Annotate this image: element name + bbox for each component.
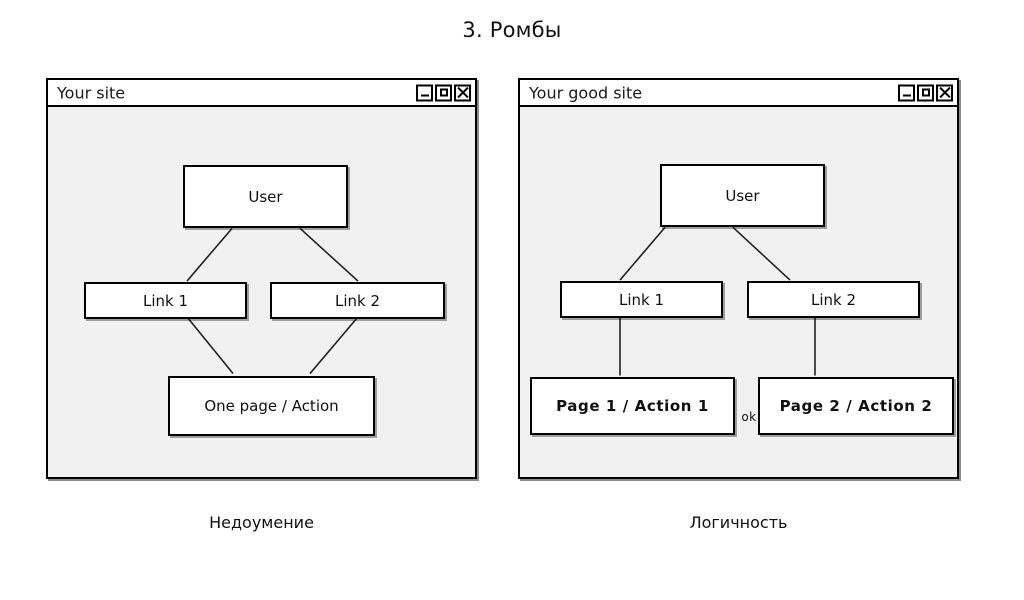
connector-user-to-link2: [299, 227, 359, 282]
close-button[interactable]: [936, 84, 953, 101]
node-link-2-label: Link 2: [810, 290, 857, 309]
maximize-button[interactable]: [917, 84, 934, 101]
connector-user-to-link1: [186, 227, 233, 282]
node-one-page-action-label: One page / Action: [204, 397, 339, 415]
minimize-button[interactable]: [898, 84, 915, 101]
node-link-1-label: Link 1: [142, 291, 189, 310]
node-page-2-action-2[interactable]: Page 2 / Action 2: [758, 377, 954, 435]
node-user[interactable]: User: [660, 164, 825, 227]
close-icon: [456, 86, 469, 99]
node-link-1-label: Link 1: [618, 290, 665, 309]
maximize-icon: [437, 86, 450, 99]
minimize-icon: [418, 86, 431, 99]
connector-user-to-link2: [732, 226, 791, 281]
window-body-your-good-site: User Link 1 Link 2 Page 1 / Action 1 Pag…: [520, 107, 957, 477]
maximize-icon: [919, 86, 932, 99]
node-user-label: User: [725, 186, 760, 205]
close-icon: [938, 86, 951, 99]
node-link-1[interactable]: Link 1: [84, 282, 247, 319]
window-controls-your-good-site: [898, 84, 953, 101]
minimize-icon: [900, 86, 913, 99]
connector-link1-to-target: [186, 316, 234, 375]
node-link-1[interactable]: Link 1: [560, 281, 723, 318]
caption-right: Логичность: [689, 513, 788, 532]
slide-canvas: 3. Ромбы Your site User Link 1 Link 2 On…: [0, 0, 1024, 600]
caption-left: Недоумение: [209, 513, 314, 532]
node-link-2-label: Link 2: [334, 291, 381, 310]
close-button[interactable]: [454, 84, 471, 101]
connector-link2-to-target: [309, 316, 359, 375]
window-title-your-good-site: Your good site: [529, 83, 643, 102]
window-body-your-site: User Link 1 Link 2 One page / Action WTF…: [48, 107, 475, 477]
node-user[interactable]: User: [183, 165, 348, 228]
node-link-2[interactable]: Link 2: [270, 282, 445, 319]
node-page-1-action-1-label: Page 1 / Action 1: [556, 397, 709, 415]
window-controls-your-site: [416, 84, 471, 101]
connector-user-to-link1: [619, 226, 666, 281]
window-your-site[interactable]: Your site User Link 1 Link 2 One page / …: [46, 78, 477, 479]
titlebar-your-good-site[interactable]: Your good site: [520, 80, 957, 107]
maximize-button[interactable]: [435, 84, 452, 101]
node-page-2-action-2-label: Page 2 / Action 2: [779, 397, 933, 415]
minimize-button[interactable]: [416, 84, 433, 101]
window-your-good-site[interactable]: Your good site User Link 1 Link 2 Page 1…: [518, 78, 959, 479]
page-title: 3. Ромбы: [462, 18, 562, 42]
node-page-1-action-1[interactable]: Page 1 / Action 1: [530, 377, 735, 435]
node-one-page-action[interactable]: One page / Action: [168, 376, 375, 436]
titlebar-your-site[interactable]: Your site: [48, 80, 475, 107]
node-user-label: User: [248, 187, 283, 206]
window-title-your-site: Your site: [57, 83, 126, 102]
node-link-2[interactable]: Link 2: [747, 281, 920, 318]
